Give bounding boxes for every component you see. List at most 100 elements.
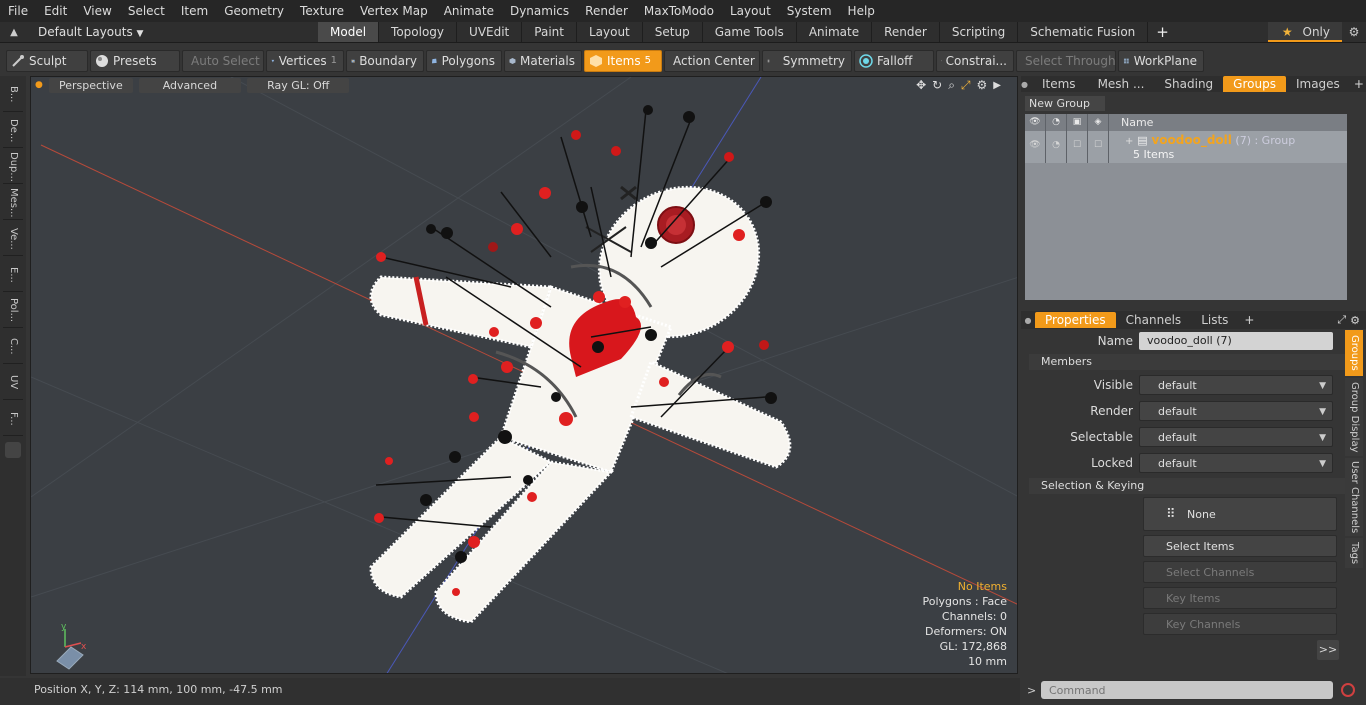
menu-render[interactable]: Render — [577, 0, 636, 22]
viewport-menu-dot-icon[interactable]: ● — [35, 80, 43, 90]
tab-mesh[interactable]: Mesh ... — [1088, 76, 1155, 92]
select-column-icon[interactable]: ◈ — [1088, 114, 1109, 131]
new-group-button[interactable]: New Group — [1025, 96, 1105, 111]
presets-button[interactable]: Presets — [90, 50, 180, 72]
menu-layout[interactable]: Layout — [722, 0, 779, 22]
left-tab-polygon[interactable]: Pol... — [3, 294, 23, 328]
falloff-button[interactable]: Falloff — [854, 50, 934, 72]
left-tab-curve[interactable]: C... — [3, 330, 23, 364]
view-perspective-button[interactable]: Perspective — [49, 77, 133, 93]
visibility-column-eye-icon[interactable]: 👁 — [1025, 114, 1046, 131]
tab-images[interactable]: Images — [1286, 76, 1350, 92]
select-through-button[interactable]: Select Through — [1016, 50, 1116, 72]
tab-properties[interactable]: Properties — [1035, 312, 1116, 328]
vertices-button[interactable]: Vertices 1 — [266, 50, 344, 72]
tab-items[interactable]: Items — [1028, 76, 1088, 92]
menu-file[interactable]: File — [0, 0, 36, 22]
tab-paint[interactable]: Paint — [522, 22, 577, 42]
props-menu-dot-icon[interactable]: ● — [1021, 316, 1035, 325]
group-select-checkbox[interactable]: ☐ — [1088, 131, 1109, 163]
members-section-header[interactable]: Members — [1029, 354, 1349, 370]
side-tab-groups[interactable]: Groups — [1345, 330, 1363, 376]
menu-geometry[interactable]: Geometry — [216, 0, 292, 22]
tab-groups[interactable]: Groups — [1223, 76, 1286, 92]
tab-scripting[interactable]: Scripting — [940, 22, 1019, 42]
group-lock-checkbox[interactable]: ☐ — [1067, 131, 1088, 163]
tab-schematic-fusion[interactable]: Schematic Fusion — [1018, 22, 1149, 42]
left-tab-toggle-button[interactable] — [5, 442, 21, 458]
left-tab-mesh-edit[interactable]: Mes... — [3, 186, 23, 220]
menu-dynamics[interactable]: Dynamics — [502, 0, 577, 22]
record-icon[interactable] — [1341, 683, 1355, 697]
left-tab-edge[interactable]: E... — [3, 258, 23, 292]
symmetry-button[interactable]: Symmetry — [762, 50, 852, 72]
left-tab-deform[interactable]: De... — [3, 114, 23, 148]
render-dropdown[interactable]: default ▼ — [1139, 401, 1333, 421]
add-panel-tab-icon[interactable]: + — [1350, 77, 1366, 91]
auto-select-button[interactable]: Auto Select — [182, 50, 264, 72]
selection-set-none-button[interactable]: ⠿ None — [1143, 497, 1337, 531]
menu-system[interactable]: System — [779, 0, 840, 22]
group-row-voodoo-doll[interactable]: 👁 ◔ ☐ ☐ + ▤ voodoo_doll (7) : Group 5 It… — [1025, 131, 1347, 163]
menu-view[interactable]: View — [75, 0, 119, 22]
tab-setup[interactable]: Setup — [643, 22, 703, 42]
tab-uvedit[interactable]: UVEdit — [457, 22, 523, 42]
left-tab-basic[interactable]: B... — [3, 78, 23, 112]
select-items-button[interactable]: Select Items — [1143, 535, 1337, 557]
gear-icon[interactable]: ⚙ — [1342, 25, 1366, 39]
voodoo-doll-model[interactable] — [369, 105, 792, 624]
constraints-button[interactable]: Constrai... — [936, 50, 1014, 72]
tab-lists[interactable]: Lists — [1191, 312, 1238, 328]
key-channels-button[interactable]: Key Channels — [1143, 613, 1337, 635]
layout-preset-dropdown[interactable]: Default Layouts ▼ — [28, 25, 318, 39]
items-button[interactable]: Items 5 — [584, 50, 662, 72]
menu-texture[interactable]: Texture — [292, 0, 352, 22]
tab-layout[interactable]: Layout — [577, 22, 643, 42]
left-tab-uv[interactable]: UV — [3, 366, 23, 400]
lock-column-icon[interactable]: ▣ — [1067, 114, 1088, 131]
menu-help[interactable]: Help — [840, 0, 883, 22]
raygl-toggle-button[interactable]: Ray GL: Off — [247, 77, 350, 93]
locked-dropdown[interactable]: default ▼ — [1139, 453, 1333, 473]
tab-topology[interactable]: Topology — [379, 22, 458, 42]
left-tab-fusion[interactable]: F... — [3, 402, 23, 436]
materials-button[interactable]: Materials — [504, 50, 582, 72]
menu-animate[interactable]: Animate — [436, 0, 502, 22]
menu-select[interactable]: Select — [120, 0, 173, 22]
left-tab-duplicate[interactable]: Dup... — [3, 150, 23, 184]
selection-keying-section-header[interactable]: Selection & Keying — [1029, 478, 1349, 494]
props-gear-icon[interactable]: ⚙ — [1348, 314, 1366, 327]
more-button[interactable]: >> — [1317, 640, 1339, 660]
polygons-button[interactable]: Polygons — [426, 50, 502, 72]
menu-vertex-map[interactable]: Vertex Map — [352, 0, 436, 22]
tab-render[interactable]: Render — [872, 22, 940, 42]
left-tab-vertex[interactable]: Ve... — [3, 222, 23, 256]
props-maximize-icon[interactable]: ⤢ — [1335, 313, 1348, 327]
boundary-button[interactable]: Boundary — [346, 50, 424, 72]
workplane-button[interactable]: WorkPlane — [1118, 50, 1204, 72]
tab-animate[interactable]: Animate — [797, 22, 873, 42]
3d-viewport[interactable]: y x ● Perspective Advanced Ray GL: Off ✥… — [30, 76, 1018, 674]
shading-advanced-button[interactable]: Advanced — [138, 77, 242, 93]
side-tab-user-channels[interactable]: User Channels — [1345, 458, 1363, 536]
command-input[interactable] — [1041, 681, 1333, 699]
tab-game-tools[interactable]: Game Tools — [703, 22, 797, 42]
selectable-dropdown[interactable]: default ▼ — [1139, 427, 1333, 447]
menu-maxtomodo[interactable]: MaxToModo — [636, 0, 722, 22]
side-tab-tags[interactable]: Tags — [1345, 538, 1363, 568]
groups-list-scrollbar[interactable] — [1349, 114, 1365, 300]
expand-plus-icon[interactable]: + — [1125, 136, 1133, 147]
key-items-button[interactable]: Key Items — [1143, 587, 1337, 609]
add-props-tab-icon[interactable]: + — [1238, 313, 1260, 327]
menu-item[interactable]: Item — [173, 0, 216, 22]
name-column-header[interactable]: Name — [1109, 116, 1153, 129]
tab-model[interactable]: Model — [318, 22, 380, 42]
tab-channels[interactable]: Channels — [1116, 312, 1192, 328]
name-field[interactable]: voodoo_doll (7) — [1139, 332, 1333, 350]
only-toggle[interactable]: ★ Only — [1267, 22, 1342, 42]
sculpt-button[interactable]: Sculpt — [6, 50, 88, 72]
render-column-icon[interactable]: ◔ — [1046, 114, 1067, 131]
group-render-icon[interactable]: ◔ — [1046, 131, 1067, 163]
group-visibility-eye-icon[interactable]: 👁 — [1025, 131, 1046, 163]
panel-menu-dot-icon[interactable]: ● — [1021, 80, 1028, 89]
